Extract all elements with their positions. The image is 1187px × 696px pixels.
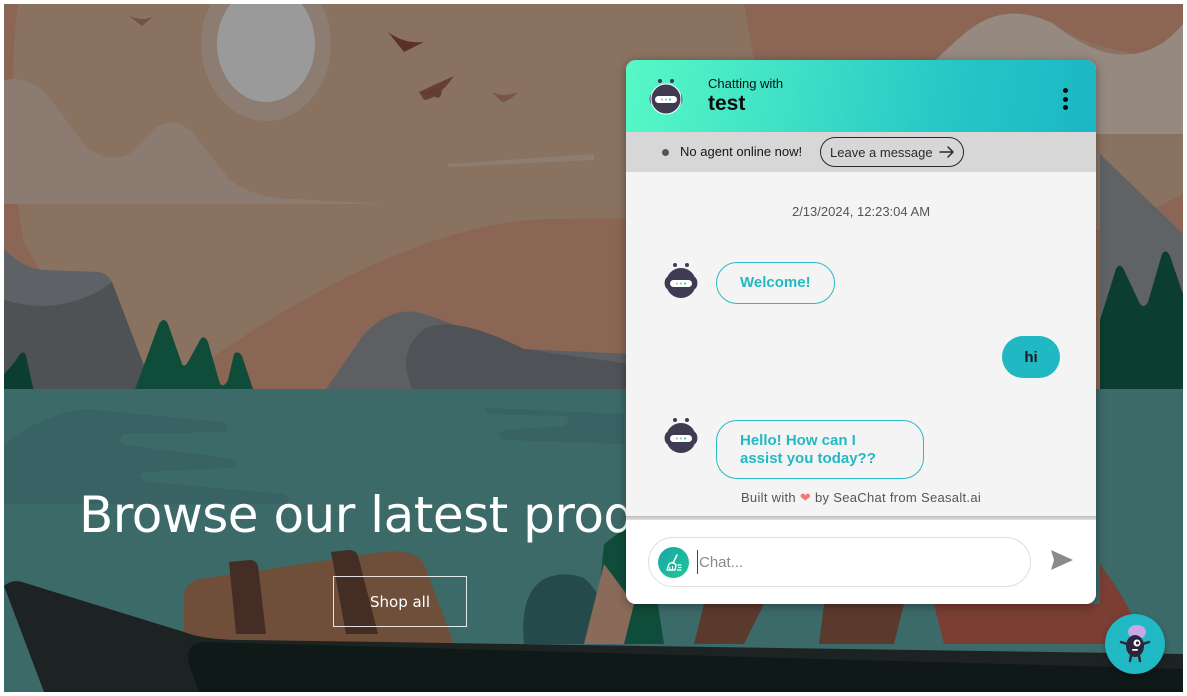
chat-header: Chatting with test xyxy=(626,60,1096,132)
clear-chat-button[interactable] xyxy=(658,547,689,578)
heart-icon: ❤ xyxy=(799,490,812,505)
figure xyxy=(819,604,904,644)
robot-avatar-icon xyxy=(649,79,683,115)
agent-status-text: No agent online now! xyxy=(680,144,803,159)
chat-launcher-button[interactable] xyxy=(1105,614,1165,674)
figure xyxy=(934,604,1100,644)
send-icon[interactable] xyxy=(1050,549,1074,571)
message-composer xyxy=(626,520,1096,604)
leave-message-label: Leave a message xyxy=(830,144,933,160)
agent-status-bar: No agent online now! Leave a message xyxy=(626,132,1096,172)
credit-suffix: by SeaChat from Seasalt.ai xyxy=(815,490,982,505)
chat-header-subtitle: Chatting with xyxy=(708,76,784,91)
arrow-right-icon xyxy=(939,146,954,158)
more-vertical-icon[interactable] xyxy=(1056,86,1074,112)
message-timestamp: 2/13/2024, 12:23:04 AM xyxy=(791,204,931,219)
shop-all-button[interactable]: Shop all xyxy=(333,576,467,627)
powered-by-credit: Built with ❤ by SeaChat from Seasalt.ai xyxy=(626,490,1096,506)
robot-avatar-icon xyxy=(664,263,698,298)
mascot-icon xyxy=(1119,625,1151,663)
chat-header-name: test xyxy=(708,92,746,115)
user-message: hi xyxy=(1002,336,1060,378)
robot-avatar-icon xyxy=(664,418,698,453)
bot-message: Hello! How can I assist you today?? xyxy=(716,420,924,479)
credit-prefix: Built with xyxy=(740,490,796,505)
chat-input-container xyxy=(648,537,1031,587)
status-dot-icon xyxy=(662,149,669,156)
bot-message: Welcome! xyxy=(716,262,835,304)
hero-title: Browse our latest prod xyxy=(79,486,635,544)
chat-widget: Chatting with test No agent online now! … xyxy=(626,60,1096,604)
message-list: 2/13/2024, 12:23:04 AM Welcome! hi Hello… xyxy=(626,172,1096,516)
chat-input[interactable] xyxy=(697,550,1017,574)
leave-message-button[interactable]: Leave a message xyxy=(820,137,964,167)
broom-icon xyxy=(665,553,682,571)
